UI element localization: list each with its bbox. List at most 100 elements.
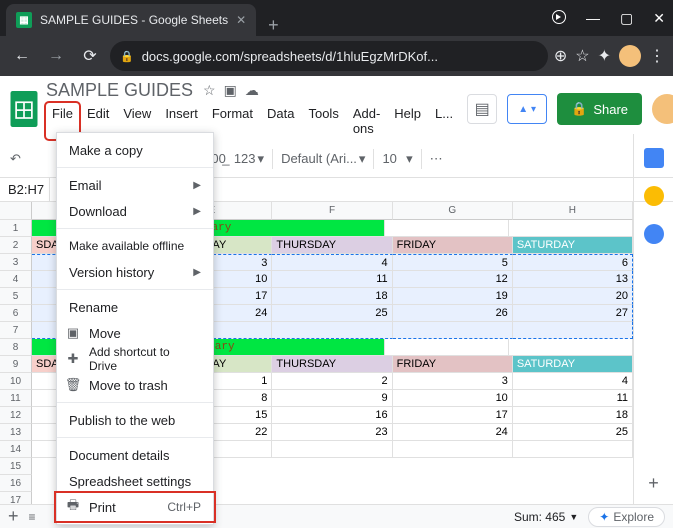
cell[interactable] [272, 441, 392, 458]
row-header[interactable]: 16 [0, 475, 32, 492]
cell[interactable]: 23 [272, 424, 392, 441]
row-header[interactable]: 6 [0, 305, 32, 322]
menu-email[interactable]: Email▶ [57, 172, 213, 198]
cell[interactable]: SATURDAY [513, 356, 633, 373]
cell[interactable]: 3 [393, 373, 513, 390]
menu-l[interactable]: L... [429, 103, 459, 139]
menu-tools[interactable]: Tools [302, 103, 344, 139]
more-toolbar-icon[interactable]: ⋯ [430, 151, 443, 167]
menu-add-shortcut[interactable]: ✚Add shortcut to Drive [57, 346, 213, 372]
cell[interactable]: 6 [513, 254, 633, 271]
menu-version-history[interactable]: Version history▶ [57, 259, 213, 285]
add-addon-icon[interactable]: + [648, 473, 659, 494]
menu-spreadsheet-settings[interactable]: Spreadsheet settings [57, 468, 213, 494]
present-button[interactable]: ▲ ▾ [507, 94, 547, 124]
sum-indicator[interactable]: Sum: 465 [514, 510, 565, 524]
cell[interactable]: 18 [513, 407, 633, 424]
cell[interactable]: 26 [393, 305, 513, 322]
row-header[interactable]: 8 [0, 339, 32, 356]
cell[interactable]: 4 [513, 373, 633, 390]
menu-rename[interactable]: Rename [57, 294, 213, 320]
cell[interactable]: 16 [272, 407, 392, 424]
cell[interactable]: 27 [513, 305, 633, 322]
cell[interactable]: 11 [272, 271, 392, 288]
explore-button[interactable]: ✦ Explore [588, 507, 665, 527]
menu-download[interactable]: Download▶ [57, 198, 213, 224]
column-header[interactable]: H [513, 202, 633, 220]
row-header[interactable]: 12 [0, 407, 32, 424]
reload-button[interactable]: ⟳ [76, 42, 104, 70]
cell[interactable]: 13 [513, 271, 633, 288]
cell[interactable]: 12 [393, 271, 513, 288]
cell[interactable] [385, 220, 509, 237]
menu-publish-to-web[interactable]: Publish to the web [57, 407, 213, 433]
sheets-logo[interactable] [10, 87, 38, 131]
cell[interactable] [385, 339, 509, 356]
menu-make-a-copy[interactable]: Make a copy [57, 137, 213, 163]
cell[interactable] [272, 322, 392, 339]
document-title[interactable]: SAMPLE GUIDES [46, 80, 193, 101]
cell[interactable]: 17 [393, 407, 513, 424]
maximize-icon[interactable]: ▢ [620, 10, 633, 27]
zoom-selector[interactable]: 123 ▾ [234, 151, 264, 167]
undo-button[interactable]: ↶ [10, 151, 21, 167]
font-selector[interactable]: Default (Ari... ▾ [281, 151, 365, 167]
browser-menu-icon[interactable]: ⋮ [649, 46, 665, 66]
name-box[interactable]: B2:H7 [0, 178, 50, 201]
cell[interactable]: 18 [272, 288, 392, 305]
back-button[interactable]: ← [8, 42, 36, 70]
menu-help[interactable]: Help [388, 103, 427, 139]
row-header[interactable]: 3 [0, 254, 32, 271]
chevron-down-icon[interactable]: ▼ [569, 512, 578, 522]
row-header[interactable]: 11 [0, 390, 32, 407]
cell[interactable]: 24 [393, 424, 513, 441]
cell[interactable]: 11 [513, 390, 633, 407]
cell[interactable]: 25 [513, 424, 633, 441]
row-header[interactable]: 14 [0, 441, 32, 458]
new-tab-button[interactable]: + [256, 15, 291, 36]
cell[interactable]: 25 [272, 305, 392, 322]
cell[interactable] [393, 322, 513, 339]
row-header[interactable]: 10 [0, 373, 32, 390]
column-header[interactable]: F [272, 202, 392, 220]
cell[interactable] [513, 441, 633, 458]
cell[interactable] [509, 220, 633, 237]
row-header[interactable]: 1 [0, 220, 32, 237]
cell[interactable]: 19 [393, 288, 513, 305]
profile-avatar[interactable] [619, 45, 641, 67]
row-header[interactable]: 2 [0, 237, 32, 254]
row-header[interactable]: 9 [0, 356, 32, 373]
keep-icon[interactable] [644, 186, 664, 206]
cell[interactable]: FRIDAY [393, 237, 513, 254]
menu-data[interactable]: Data [261, 103, 300, 139]
row-header[interactable]: 7 [0, 322, 32, 339]
star-doc-icon[interactable]: ☆ [203, 82, 216, 99]
move-doc-icon[interactable]: ▣ [224, 82, 237, 99]
browser-tab[interactable]: ▦ SAMPLE GUIDES - Google Sheets ✕ [6, 4, 256, 36]
close-window-icon[interactable]: ✕ [653, 10, 665, 27]
comments-button[interactable]: ▤ [467, 94, 497, 124]
calendar-icon[interactable] [644, 148, 664, 168]
cell[interactable]: 9 [272, 390, 392, 407]
all-sheets-button[interactable]: ≡ [29, 510, 36, 524]
extension-icon[interactable]: ✦ [598, 46, 611, 66]
row-header[interactable]: 13 [0, 424, 32, 441]
address-bar[interactable]: 🔒 docs.google.com/spreadsheets/d/1hluEgz… [110, 41, 548, 71]
menu-make-available-offline[interactable]: Make available offline [57, 233, 213, 259]
column-header[interactable]: G [393, 202, 513, 220]
menu-document-details[interactable]: Document details [57, 442, 213, 468]
account-avatar[interactable] [652, 94, 673, 124]
cell[interactable]: 5 [393, 254, 513, 271]
menu-move[interactable]: ▣Move [57, 320, 213, 346]
cell[interactable]: 20 [513, 288, 633, 305]
cell[interactable]: 10 [393, 390, 513, 407]
row-header[interactable]: 4 [0, 271, 32, 288]
close-tab-icon[interactable]: ✕ [236, 13, 246, 27]
menu-addons[interactable]: Add-ons [347, 103, 386, 139]
cell[interactable]: THURSDAY [272, 356, 392, 373]
row-header[interactable]: 5 [0, 288, 32, 305]
star-icon[interactable]: ☆ [575, 46, 589, 66]
cell[interactable] [393, 441, 513, 458]
cell[interactable]: 4 [272, 254, 392, 271]
tasks-icon[interactable] [644, 224, 664, 244]
